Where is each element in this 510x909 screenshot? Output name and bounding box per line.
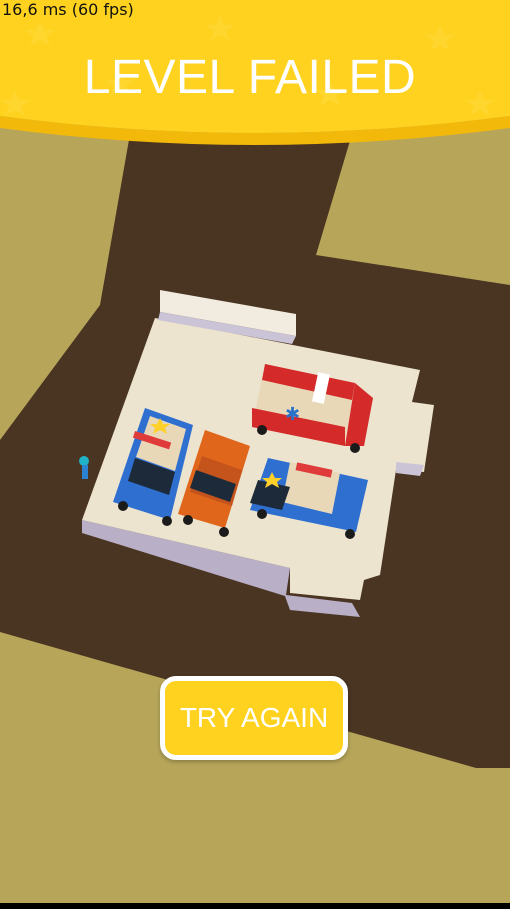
svg-text:✱: ✱ (285, 404, 300, 425)
game-scene: ✱ (0, 0, 510, 909)
try-again-button[interactable]: TRY AGAIN (160, 676, 348, 760)
bottom-edge (0, 903, 510, 909)
level-failed-title: LEVEL FAILED (83, 51, 417, 104)
fps-readout: 16,6 ms (60 fps) (2, 0, 134, 19)
